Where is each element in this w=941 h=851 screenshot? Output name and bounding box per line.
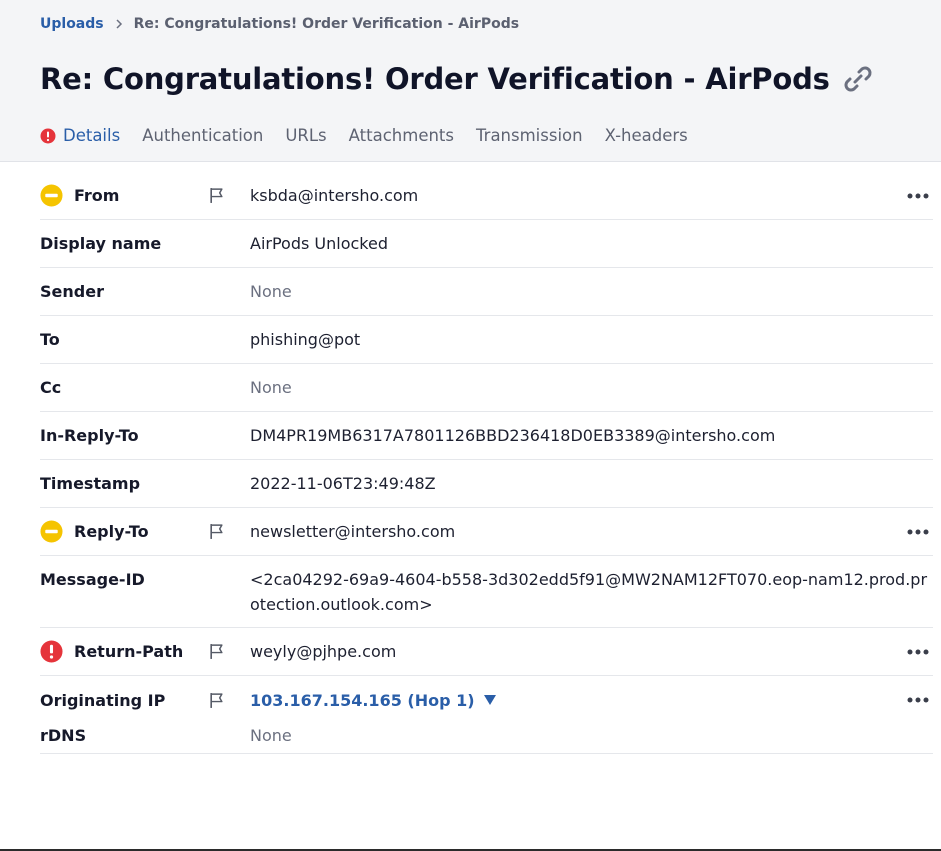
flag-icon[interactable]	[208, 692, 225, 709]
tab-urls[interactable]: URLs	[285, 126, 326, 145]
chevron-right-icon	[116, 19, 122, 29]
field-label: From	[74, 186, 120, 205]
tab-details[interactable]: Details	[40, 126, 120, 145]
flag-icon[interactable]	[208, 643, 225, 660]
breadcrumb-current: Re: Congratulations! Order Verification …	[133, 16, 520, 32]
field-label: Cc	[40, 378, 62, 397]
page-header: Uploads Re: Congratulations! Order Verif…	[0, 0, 941, 162]
tab-x-headers[interactable]: X-headers	[605, 126, 688, 145]
flag-icon[interactable]	[208, 187, 225, 204]
tab-transmission[interactable]: Transmission	[476, 126, 583, 145]
label-cell: Cc	[40, 378, 208, 397]
tab-bar: Details Authentication URLs Attachments …	[40, 126, 710, 145]
tab-label: URLs	[285, 126, 327, 145]
field-value: <2ca04292-69a9-4604-b558-3d302edd5f91@MW…	[250, 570, 928, 614]
label-cell: Timestamp	[40, 474, 208, 493]
flag-cell	[208, 643, 250, 660]
more-dots-icon[interactable]	[907, 193, 929, 199]
tab-label: X-headers	[604, 126, 688, 145]
tab-authentication[interactable]: Authentication	[142, 126, 263, 145]
row-reply-to: Reply-To newsletter@intersho.com	[40, 508, 933, 556]
tab-attachments[interactable]: Attachments	[349, 126, 454, 145]
label-cell: Message-ID	[40, 567, 208, 592]
exclamation-circle-icon	[40, 128, 56, 143]
ip-text: 103.167.154.165 (Hop 1)	[250, 690, 475, 710]
label-cell: Display name	[40, 234, 208, 253]
link-icon[interactable]	[842, 63, 874, 95]
label-cell: rDNS	[40, 726, 208, 745]
field-value: 2022-11-06T23:49:48Z	[250, 474, 436, 493]
field-value: None	[250, 282, 292, 301]
row-rdns: rDNS None	[40, 718, 933, 754]
row-originating-ip: Originating IP 103.167.154.165 (Hop 1)	[40, 682, 933, 718]
label-cell: Reply-To	[40, 520, 208, 543]
row-cc: Cc None	[40, 364, 933, 412]
field-label: Display name	[40, 234, 162, 253]
breadcrumb-uploads-link[interactable]: Uploads	[40, 16, 104, 32]
field-label: Reply-To	[74, 522, 149, 541]
tab-label: Attachments	[348, 126, 454, 145]
field-label: In-Reply-To	[40, 426, 139, 445]
label-cell: From	[40, 184, 208, 207]
flag-cell	[208, 523, 250, 540]
field-label: Timestamp	[40, 474, 141, 493]
minus-circle-icon	[40, 520, 63, 543]
field-value: weyly@pjhpe.com	[250, 642, 397, 661]
field-value: ksbda@intersho.com	[250, 186, 419, 205]
flag-cell	[208, 692, 250, 709]
row-message-id: Message-ID <2ca04292-69a9-4604-b558-3d30…	[40, 556, 933, 628]
field-label: To	[40, 330, 60, 349]
more-dots-icon[interactable]	[907, 697, 929, 703]
field-value: None	[250, 378, 292, 397]
details-table: From ksbda@intersho.com Display name Air…	[40, 172, 933, 754]
field-value: newsletter@intersho.com	[250, 522, 456, 541]
row-display-name: Display name AirPods Unlocked	[40, 220, 933, 268]
row-from: From ksbda@intersho.com	[40, 172, 933, 220]
label-cell: Sender	[40, 282, 208, 301]
label-cell: Return-Path	[40, 640, 208, 663]
exclamation-circle-icon	[40, 640, 63, 663]
label-cell: To	[40, 330, 208, 349]
row-to: To phishing@pot	[40, 316, 933, 364]
more-dots-icon[interactable]	[907, 649, 929, 655]
field-value: DM4PR19MB6317A7801126BBD236418D0EB3389@i…	[250, 426, 776, 445]
field-value: AirPods Unlocked	[250, 234, 388, 253]
field-label: Return-Path	[74, 642, 184, 661]
flag-cell	[208, 187, 250, 204]
page-title: Re: Congratulations! Order Verification …	[40, 62, 830, 96]
field-value: phishing@pot	[250, 330, 361, 349]
row-sender: Sender None	[40, 268, 933, 316]
caret-down-icon[interactable]	[483, 694, 497, 706]
originating-ip-link[interactable]: 103.167.154.165 (Hop 1)	[250, 688, 497, 713]
breadcrumb: Uploads Re: Congratulations! Order Verif…	[40, 16, 519, 32]
field-value: None	[250, 726, 292, 745]
row-timestamp: Timestamp 2022-11-06T23:49:48Z	[40, 460, 933, 508]
row-in-reply-to: In-Reply-To DM4PR19MB6317A7801126BBD2364…	[40, 412, 933, 460]
row-return-path: Return-Path weyly@pjhpe.com	[40, 628, 933, 676]
label-cell: In-Reply-To	[40, 426, 208, 445]
more-dots-icon[interactable]	[907, 529, 929, 535]
label-cell: Originating IP	[40, 691, 208, 710]
tab-label: Authentication	[142, 126, 264, 145]
flag-icon[interactable]	[208, 523, 225, 540]
tab-label: Transmission	[476, 126, 583, 145]
title-row: Re: Congratulations! Order Verification …	[40, 62, 874, 96]
minus-circle-icon	[40, 184, 63, 207]
field-label: Sender	[40, 282, 104, 301]
field-label: rDNS	[40, 726, 87, 745]
field-label: Originating IP	[40, 690, 166, 710]
tab-label: Details	[63, 126, 121, 145]
field-label: Message-ID	[40, 570, 145, 589]
